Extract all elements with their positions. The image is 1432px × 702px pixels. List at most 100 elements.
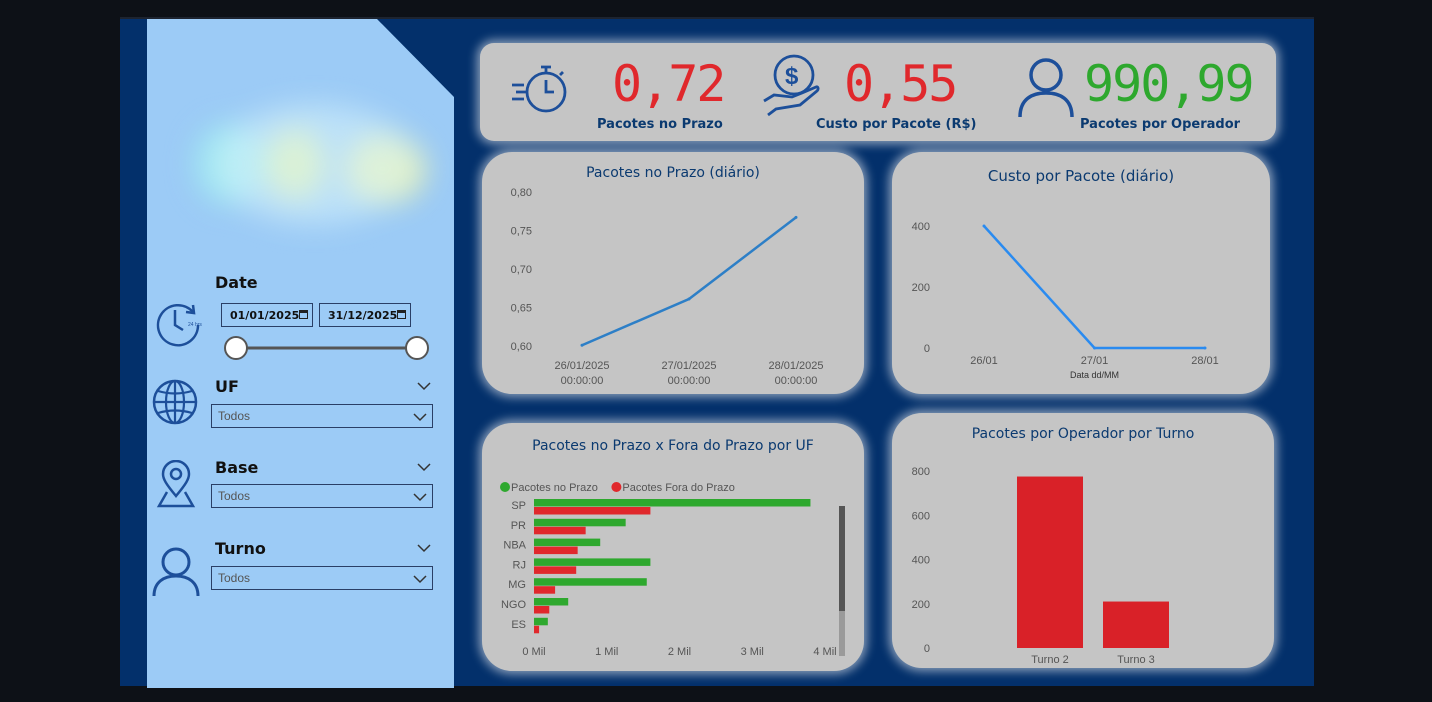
bar xyxy=(534,518,626,527)
bar xyxy=(534,507,651,515)
data-point xyxy=(1093,346,1096,350)
x-tick-label: Turno 3 xyxy=(1117,654,1155,666)
data-point xyxy=(687,297,691,301)
y-tick-label: MG xyxy=(508,579,526,591)
y-tick-label: 0,75 xyxy=(511,226,532,238)
bar-chart-prazo-por-uf[interactable]: Pacotes no Prazo Pacotes Fora do PrazoSPP… xyxy=(482,423,864,671)
calendar-icon[interactable] xyxy=(299,310,308,319)
svg-text:$: $ xyxy=(785,63,799,90)
y-tick-label: 400 xyxy=(912,221,930,233)
x-tick-label: 2 Mil xyxy=(668,646,691,658)
x-axis-title: Data dd/MM xyxy=(1070,370,1119,380)
y-tick-label: 0,70 xyxy=(511,264,532,276)
bar xyxy=(534,606,550,614)
chart-card-operador-turno: Pacotes por Operador por Turno 0 200 400 60… xyxy=(892,413,1274,668)
bar xyxy=(534,499,811,507)
y-tick-label: SP xyxy=(511,500,526,512)
y-tick-label: 0 xyxy=(924,343,930,355)
chevron-down-icon[interactable] xyxy=(413,492,427,502)
base-dropdown-value: Todos xyxy=(218,489,251,503)
clock-24h-icon: 24 hrs xyxy=(156,304,202,347)
bar xyxy=(534,598,569,606)
chart-card-prazo-por-uf: Pacotes no Prazo x Fora do Prazo por UF … xyxy=(482,423,864,671)
line-chart-custo-pacote[interactable]: 0 200 400 26/01 27/01 28/01 Data dd/MM xyxy=(892,152,1270,394)
slider-handle-end[interactable] xyxy=(405,336,429,360)
y-tick-label: 200 xyxy=(912,282,930,294)
x-tick-label: 28/01/2025 00:00:00 xyxy=(768,360,823,387)
turno-dropdown-value: Todos xyxy=(218,571,251,585)
base-filter-label: Base xyxy=(215,458,259,477)
bar xyxy=(534,617,548,626)
date-end-input[interactable]: 31/12/2025 xyxy=(319,303,411,327)
date-filter-label: Date xyxy=(215,273,258,292)
y-tick-label: PR xyxy=(511,520,526,532)
line-chart-pacotes-prazo[interactable]: 0,60 0,65 0,70 0,75 0,80 26/01/2025 00:00:00 27… xyxy=(482,152,864,394)
y-tick-label: 0,60 xyxy=(511,341,532,353)
chart-card-custo-pacote-diario: Custo por Pacote (diário) 0 200 400 26/01 27… xyxy=(892,152,1270,394)
x-tick-label: 28/01 xyxy=(1191,355,1219,367)
user-icon xyxy=(1018,58,1074,118)
chevron-down-icon[interactable] xyxy=(413,574,427,584)
date-range-slider[interactable] xyxy=(220,334,435,362)
bar xyxy=(534,578,647,586)
bar xyxy=(534,625,540,634)
bar xyxy=(534,558,651,566)
data-point xyxy=(982,224,986,228)
uf-dropdown-value: Todos xyxy=(218,409,251,423)
bar xyxy=(534,586,556,594)
stopwatch-icon xyxy=(512,65,567,113)
legend-label: Pacotes Fora do Prazo xyxy=(622,482,735,494)
legend-marker xyxy=(500,482,510,492)
bar xyxy=(534,566,577,574)
money-hand-icon: $ xyxy=(763,54,820,117)
x-tick-label: 27/01/2025 00:00:00 xyxy=(661,360,716,387)
y-tick-label: ES xyxy=(511,619,526,631)
bar xyxy=(534,546,578,555)
bar xyxy=(534,526,586,535)
series-line xyxy=(581,216,797,347)
y-tick-label: 0 xyxy=(924,643,930,655)
y-tick-label: 200 xyxy=(912,599,930,611)
data-point xyxy=(1203,346,1207,350)
bar xyxy=(1017,476,1083,648)
x-tick-label: 4 Mil xyxy=(813,646,836,658)
kpi-custo-pacote-value: 0,55 xyxy=(844,55,958,113)
user-icon xyxy=(152,547,200,597)
kpi-pacotes-prazo-label: Pacotes no Prazo xyxy=(597,117,723,132)
x-tick-label: Turno 2 xyxy=(1031,654,1069,666)
dashboard-canvas: 24 hrs Date 01/01/2025 31/12/2025 UF Tod… xyxy=(120,17,1314,688)
location-pin-icon xyxy=(156,460,196,508)
bar xyxy=(1103,601,1169,648)
kpi-pacotes-operador-label: Pacotes por Operador xyxy=(1080,117,1241,132)
kpi-card: 0,72 Pacotes no Prazo $ 0,55 Custo por P… xyxy=(480,43,1276,141)
svg-text:24 hrs: 24 hrs xyxy=(188,322,202,328)
data-point xyxy=(794,215,798,219)
x-tick-label: 26/01 xyxy=(970,355,998,367)
chevron-down-icon[interactable] xyxy=(413,412,427,422)
base-dropdown[interactable]: Todos xyxy=(211,484,433,508)
y-tick-label: NGO xyxy=(501,599,527,611)
x-tick-label: 0 Mil xyxy=(522,646,545,658)
bar-chart-operador-turno[interactable]: 0 200 400 600 800 Turno 2 Turno 3 xyxy=(892,413,1274,668)
kpi-custo-pacote-label: Custo por Pacote (R$) xyxy=(816,117,977,132)
chevron-down-icon[interactable] xyxy=(417,381,431,391)
y-tick-label: 0,65 xyxy=(511,303,532,315)
turno-dropdown[interactable]: Todos xyxy=(211,566,433,590)
legend-label: Pacotes no Prazo xyxy=(511,482,598,494)
x-tick-label: 27/01 xyxy=(1081,355,1109,367)
uf-filter-label: UF xyxy=(215,377,239,396)
legend-marker xyxy=(611,482,622,492)
chevron-down-icon[interactable] xyxy=(417,462,431,472)
bar xyxy=(534,538,601,547)
uf-dropdown[interactable]: Todos xyxy=(211,404,433,428)
blurred-logo xyxy=(175,94,445,234)
y-tick-label: 400 xyxy=(912,555,930,567)
y-tick-label: 600 xyxy=(912,510,930,522)
x-tick-label: 3 Mil xyxy=(741,646,764,658)
scrollbar-thumb xyxy=(839,506,845,611)
date-start-input[interactable]: 01/01/2025 xyxy=(221,303,313,327)
slider-handle-start[interactable] xyxy=(224,336,248,360)
calendar-icon[interactable] xyxy=(397,310,406,319)
data-point xyxy=(580,343,584,347)
chevron-down-icon[interactable] xyxy=(417,543,431,553)
